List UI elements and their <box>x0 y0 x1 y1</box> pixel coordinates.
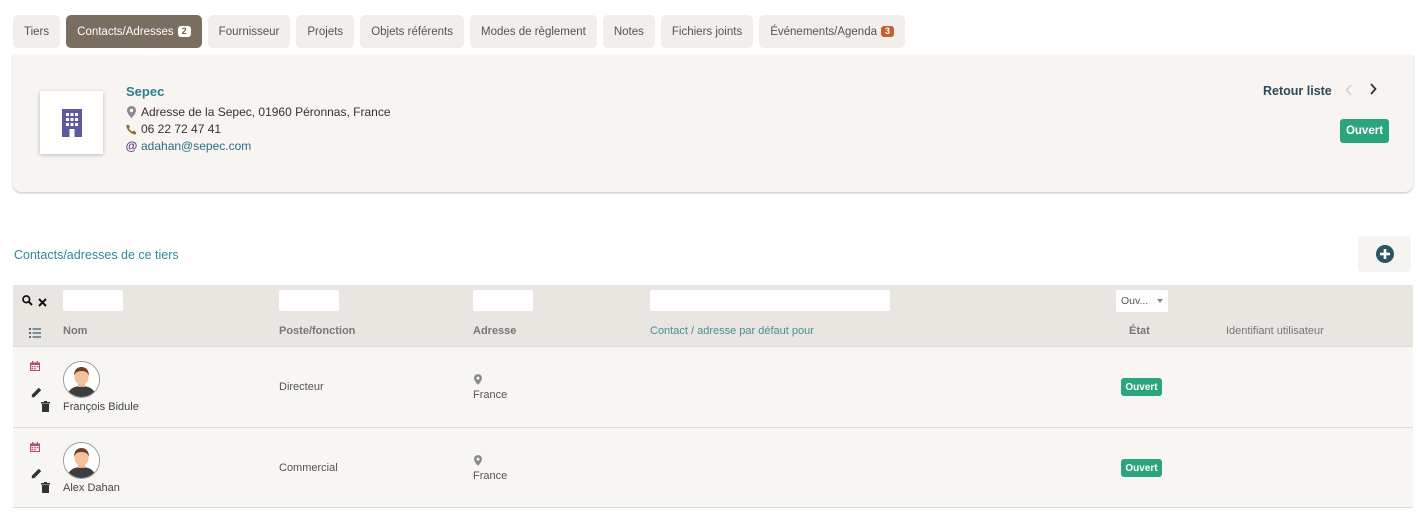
list-columns-icon[interactable] <box>29 327 41 341</box>
column-header-user-id: Identifiant utilisateur <box>1226 325 1324 337</box>
contact-country: France <box>473 470 508 482</box>
column-header-position[interactable]: Poste/fonction <box>279 325 355 337</box>
tab-notes[interactable]: Notes <box>602 15 655 48</box>
tab-objets-referents[interactable]: Objets référents <box>360 15 465 48</box>
add-contact-button[interactable] <box>1358 236 1411 272</box>
edit-pencil-icon[interactable] <box>31 468 42 479</box>
plus-circle-icon <box>1375 245 1394 263</box>
column-header-default-for: Contact / adresse par défaut pour <box>650 325 814 337</box>
section-title: Contacts/adresses de ce tiers <box>14 248 179 262</box>
tab-label: Fournisseur <box>218 25 280 38</box>
thirdparty-card: Sepec Adresse de la Sepec, 01960 Péronna… <box>13 55 1413 192</box>
address-filter-input[interactable] <box>473 290 533 311</box>
select-value: Ouv... <box>1121 295 1149 307</box>
tab-bar: Tiers Contacts/Adresses 2 Fournisseur Pro… <box>13 15 906 48</box>
next-icon[interactable] <box>1369 82 1377 98</box>
map-pin-icon <box>474 455 482 466</box>
table-header: Nom Poste/fonction Adresse Contact / adr… <box>13 317 1413 347</box>
status-badge: Ouvert <box>1121 378 1162 396</box>
phone-text[interactable]: 06 22 72 47 41 <box>141 122 221 136</box>
tab-fichiers-joints[interactable]: Fichiers joints <box>660 15 754 48</box>
tab-label: Projets <box>307 25 344 38</box>
tab-label: Notes <box>613 25 644 38</box>
avatar[interactable] <box>63 442 100 479</box>
default-for-filter-input[interactable] <box>650 290 890 311</box>
phone-icon <box>126 124 137 135</box>
map-pin-icon <box>126 106 137 118</box>
tab-tiers[interactable]: Tiers <box>13 15 61 48</box>
at-sign-icon: @ <box>125 139 138 153</box>
tab-contacts[interactable]: Contacts/Adresses 2 <box>66 15 202 48</box>
table-row: François Bidule Directeur France Ouvert <box>13 347 1413 428</box>
filter-row: Ouv... <box>13 285 1413 317</box>
contacts-table: Ouv... Nom Poste/fonction Adresse Contac… <box>13 285 1413 508</box>
avatar[interactable] <box>63 361 100 398</box>
tab-label: Contacts/Adresses <box>77 25 174 38</box>
address-text: Adresse de la Sepec, 01960 Péronnas, Fra… <box>141 105 391 119</box>
company-logo <box>40 91 103 154</box>
status-filter-select[interactable]: Ouv... <box>1116 290 1168 312</box>
email-link[interactable]: adahan@sepec.com <box>141 139 251 153</box>
tab-label: Objets référents <box>371 25 454 38</box>
column-header-name[interactable]: Nom <box>63 325 87 337</box>
contact-name[interactable]: François Bidule <box>63 401 139 413</box>
thirdparty-address: Adresse de la Sepec, 01960 Péronnas, Fra… <box>126 105 391 119</box>
tab-fournisseur[interactable]: Fournisseur <box>207 15 291 48</box>
contact-position: Commercial <box>279 462 338 474</box>
tab-evenements-agenda[interactable]: Événements/Agenda 3 <box>759 15 906 48</box>
calendar-icon[interactable] <box>30 442 40 452</box>
name-filter-input[interactable] <box>63 290 123 311</box>
column-header-address[interactable]: Adresse <box>473 325 516 337</box>
trash-icon[interactable] <box>41 401 50 412</box>
calendar-icon[interactable] <box>30 361 40 371</box>
trash-icon[interactable] <box>41 482 50 493</box>
count-badge: 3 <box>881 26 895 37</box>
tab-label: Modes de règlement <box>481 25 586 38</box>
chevron-down-icon <box>1157 299 1163 303</box>
table-row: Alex Dahan Commercial France Ouvert <box>13 428 1413 508</box>
back-to-list-link[interactable]: Retour liste <box>1263 84 1332 98</box>
contact-country: France <box>473 389 508 401</box>
thirdparty-phone: 06 22 72 47 41 <box>126 122 221 136</box>
tab-label: Événements/Agenda <box>770 25 877 38</box>
search-icon[interactable] <box>22 295 33 309</box>
clear-filter-icon[interactable] <box>38 296 47 310</box>
count-badge: 2 <box>177 26 191 37</box>
column-header-status[interactable]: État <box>1129 325 1150 337</box>
status-badge: Ouvert <box>1340 119 1389 143</box>
thirdparty-name[interactable]: Sepec <box>126 84 164 99</box>
building-icon <box>61 108 82 137</box>
edit-pencil-icon[interactable] <box>31 387 42 398</box>
thirdparty-email: @ adahan@sepec.com <box>125 139 252 153</box>
map-pin-icon <box>474 374 482 385</box>
previous-icon[interactable] <box>1345 83 1353 99</box>
contact-position: Directeur <box>279 381 324 393</box>
status-badge: Ouvert <box>1121 459 1162 477</box>
contact-name[interactable]: Alex Dahan <box>63 482 120 494</box>
tab-projets[interactable]: Projets <box>296 15 355 48</box>
position-filter-input[interactable] <box>279 290 339 311</box>
tab-label: Tiers <box>24 25 50 38</box>
tab-label: Fichiers joints <box>671 25 743 38</box>
tab-modes-reglement[interactable]: Modes de règlement <box>470 15 597 48</box>
